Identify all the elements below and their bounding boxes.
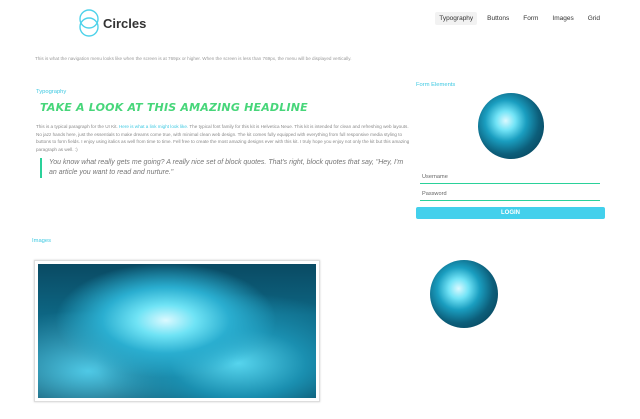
nav-item-typography[interactable]: Typography	[435, 12, 478, 25]
password-field[interactable]	[420, 188, 600, 201]
framed-wave-image	[34, 260, 320, 402]
paragraph-link[interactable]: Here is what a link might look like.	[119, 124, 188, 129]
headline: Take a look at this amazing headline	[40, 101, 308, 114]
login-button[interactable]: LOGIN	[416, 207, 605, 219]
nav-item-grid[interactable]: Grid	[584, 12, 604, 25]
form-section-title: Form Elements	[416, 82, 456, 88]
nav-note: This is what the navigation menu looks l…	[35, 56, 352, 61]
paragraph-text-start: This is a typical paragraph for the UI K…	[36, 124, 119, 129]
username-field[interactable]	[420, 171, 600, 184]
brand-name[interactable]: Circles	[103, 16, 146, 31]
circle-wave-image	[478, 93, 544, 159]
body-paragraph: This is a typical paragraph for the UI K…	[36, 123, 412, 153]
main-nav: Typography Buttons Form Images Grid	[435, 12, 604, 25]
circle-wave-image-2	[430, 260, 498, 328]
nav-item-images[interactable]: Images	[548, 12, 577, 25]
block-quote: You know what really gets me going? A re…	[40, 158, 412, 179]
images-section-title: Images	[32, 238, 52, 244]
nav-item-form[interactable]: Form	[519, 12, 542, 25]
typography-section-title: Typography	[36, 89, 67, 95]
nav-item-buttons[interactable]: Buttons	[483, 12, 513, 25]
wave-photo	[38, 264, 316, 398]
